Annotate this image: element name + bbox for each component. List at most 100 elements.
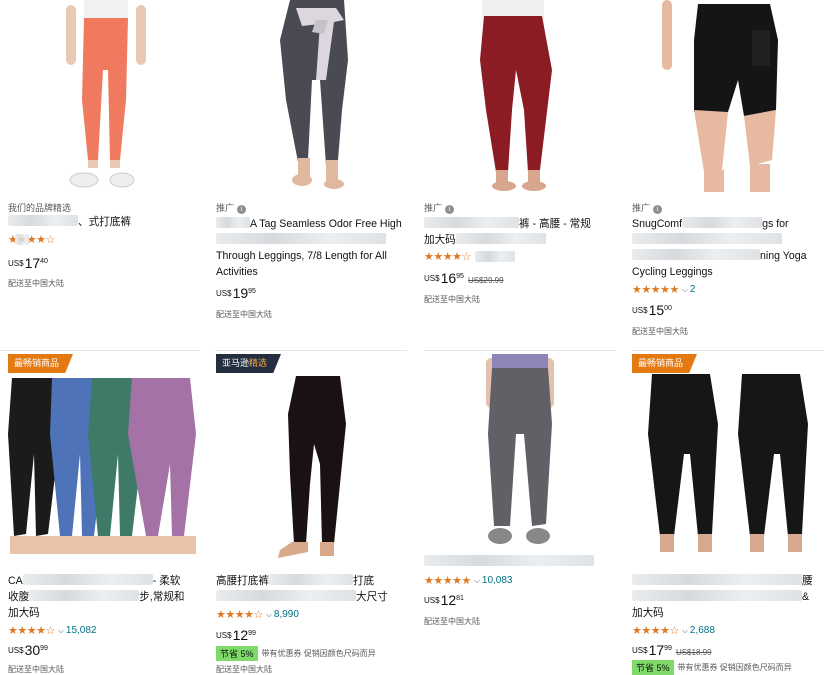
product-image[interactable] <box>424 354 616 566</box>
chevron-down-icon[interactable]: ⌵ <box>682 285 688 295</box>
title-text: 腰 <box>802 575 813 587</box>
price-fraction: 40 <box>40 258 48 265</box>
star-rating-icon: ★★★★☆ <box>216 609 263 621</box>
coupon-text: 带有优惠券 促销因颜色尺码而异 <box>677 663 792 672</box>
info-icon[interactable]: i <box>653 205 663 214</box>
product-title[interactable]: 裤 - 高腰 - 常规 加大码 <box>424 216 616 248</box>
product-card[interactable]: 推广 i 裤 - 高腰 - 常规 加大码 ★★★★☆ US$ 16 95 US$2… <box>424 0 616 350</box>
chevron-down-icon[interactable]: ⌵ <box>266 610 272 620</box>
product-image[interactable]: 最畅销商品 <box>632 354 824 566</box>
price: US$ 17 99 US$18.99 <box>632 643 712 658</box>
currency: US$ <box>424 274 440 283</box>
currency: US$ <box>216 289 232 298</box>
coupon-info[interactable]: 节省 5% 带有优惠券 促销因颜色尺码而异 <box>632 660 792 675</box>
info-icon[interactable]: i <box>237 205 247 214</box>
title-text: 加大码 <box>424 234 456 246</box>
title-text: 、式打底裤 <box>78 216 131 228</box>
rating[interactable]: ★★★★☆ ⌵ 8,990 <box>216 608 299 621</box>
rating-count[interactable]: 2 <box>690 284 696 295</box>
product-title[interactable] <box>424 554 616 570</box>
savings-badge: 节省 5% <box>216 646 258 661</box>
product-title[interactable]: A Tag Seamless Odor Free High Through Le… <box>216 216 408 280</box>
chevron-down-icon[interactable]: ⌵ <box>682 626 688 636</box>
badge-accent-text: 精选 <box>249 358 268 368</box>
currency: US$ <box>424 596 440 605</box>
sponsored-label: 推广 i <box>632 201 663 214</box>
info-icon[interactable]: i <box>445 205 455 214</box>
rating[interactable]: ★★★★★ ⌵ 2 <box>632 283 695 296</box>
product-title[interactable]: 腰 & 加大码 <box>632 573 824 621</box>
blurred-text <box>632 233 782 244</box>
currency: US$ <box>216 631 232 640</box>
title-text: 收腹 <box>8 591 30 603</box>
product-card[interactable]: ★★★★★ ⌵ 10,083 US$ 12 81 配送至中国大陆 <box>424 354 616 675</box>
shipping-info: 配送至中国大陆 <box>216 310 272 319</box>
title-text: 加大码 <box>632 607 664 619</box>
star-rating-icon: ★★★★★ <box>632 284 679 296</box>
badge-text: 亚马逊 <box>222 358 250 368</box>
product-image[interactable] <box>424 0 616 192</box>
price: US$ 15 00 <box>632 303 672 318</box>
blurred-text <box>8 215 78 226</box>
price-whole: 17 <box>648 642 665 658</box>
title-text: 步,常规和 <box>139 591 185 603</box>
product-title[interactable]: 、式打底裤 <box>8 214 200 230</box>
currency: US$ <box>632 306 648 315</box>
chevron-down-icon[interactable]: ⌵ <box>474 576 480 586</box>
product-card[interactable]: 亚马逊精选 高腰打底裤 打底 大尺寸 ★★★★☆ ⌵ 8,990 US$ 12 9… <box>216 354 408 675</box>
blurred-text <box>424 555 594 566</box>
star-rating-icon: ★★★★☆ <box>632 625 679 637</box>
product-card[interactable]: 我们的品牌精选 、式打底裤 ★★★★☆ US$ 17 40 配送至中国大陆 <box>8 0 200 350</box>
price-fraction: 95 <box>248 288 256 295</box>
shipping-info: 配送至中国大陆 <box>424 295 480 304</box>
blurred-text <box>22 574 153 585</box>
coupon-info[interactable]: 节省 5% 带有优惠券 促销因颜色尺码而异 <box>216 646 376 661</box>
shipping-info: 配送至中国大陆 <box>8 665 64 674</box>
price: US$ 12 99 <box>216 628 256 643</box>
blurred-text <box>632 590 802 601</box>
best-seller-badge: 最畅销商品 <box>8 354 74 373</box>
sponsored-label: 推广 i <box>216 201 247 214</box>
row-divider <box>424 350 616 351</box>
blurred-text <box>632 249 760 260</box>
product-image[interactable] <box>632 0 824 192</box>
rating-count[interactable]: 2,688 <box>690 625 715 636</box>
shipping-info: 配送至中国大陆 <box>216 665 272 674</box>
sponsored-text: 推广 <box>632 203 651 213</box>
title-text: 大尺寸 <box>356 591 388 603</box>
chevron-down-icon[interactable]: ⌵ <box>58 626 64 636</box>
product-card[interactable]: 最畅销商品 腰 & 加大码 ★★★★☆ ⌵ 2,688 US$ 17 99 US… <box>632 354 824 675</box>
list-price: US$18.99 <box>675 648 712 657</box>
product-card[interactable]: 推广 i A Tag Seamless Odor Free High Throug… <box>216 0 408 350</box>
product-title[interactable]: SnugComf gs for ning Yoga Cycling Legging… <box>632 216 824 280</box>
product-title[interactable]: 高腰打底裤 打底 大尺寸 <box>216 573 408 605</box>
rating[interactable]: ★★★★☆ <box>8 233 55 246</box>
price: US$ 30 99 <box>8 643 48 658</box>
title-text: 加大码 <box>8 607 40 619</box>
blurred-text <box>632 574 802 585</box>
row-divider <box>0 350 200 351</box>
product-title[interactable]: CA - 柔软 收腹 步,常规和 加大码 <box>8 573 200 621</box>
rating[interactable]: ★★★★★ ⌵ 10,083 <box>424 574 512 587</box>
product-image[interactable] <box>216 0 408 192</box>
product-image[interactable]: 亚马逊精选 <box>216 354 408 566</box>
rating-count[interactable]: 15,082 <box>66 625 97 636</box>
rating[interactable]: ★★★★☆ ⌵ 15,082 <box>8 624 96 637</box>
rating-count[interactable]: 8,990 <box>274 609 299 620</box>
product-image[interactable]: 最畅销商品 <box>8 354 200 566</box>
blurred-text <box>268 574 353 585</box>
star-rating-icon: ★★★★☆ <box>424 251 471 263</box>
shipping-info: 配送至中国大陆 <box>424 617 480 626</box>
rating-count[interactable]: 10,083 <box>482 575 513 586</box>
title-text: CA <box>8 575 23 587</box>
price-fraction: 95 <box>456 273 464 280</box>
price-fraction: 81 <box>456 595 464 602</box>
product-card[interactable]: 推广 i SnugComf gs for ning Yoga Cycling Leg… <box>632 0 824 350</box>
rating[interactable]: ★★★★☆ ⌵ 2,688 <box>632 624 715 637</box>
title-text: & <box>802 591 810 603</box>
currency: US$ <box>8 259 24 268</box>
rating[interactable]: ★★★★☆ <box>424 250 515 263</box>
blurred-text <box>29 590 140 601</box>
product-image[interactable] <box>8 0 200 192</box>
product-card[interactable]: 最畅销商品 CA - 柔软 收腹 步,常规和 加大码 ★★★★☆ ⌵ 15,082 … <box>8 354 200 675</box>
